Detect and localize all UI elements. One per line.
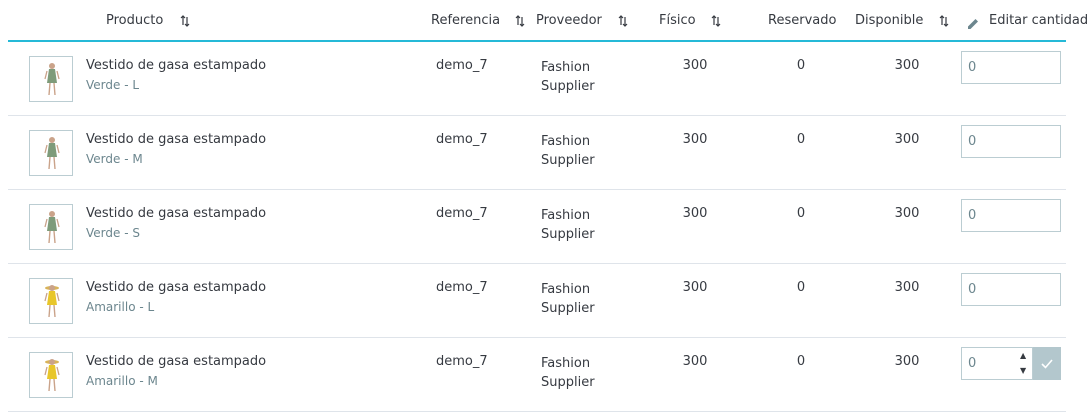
quantity-input[interactable] — [961, 51, 1061, 84]
quantity-input[interactable] — [961, 125, 1061, 158]
product-supplier: Fashion Supplier — [541, 354, 621, 392]
table-row: Vestido de gasa estampado Amarillo - M d… — [8, 338, 1066, 412]
sort-available-icon[interactable] — [939, 15, 949, 27]
table-header: Producto Referencia Proveedor Físico Res… — [0, 0, 1088, 42]
product-name[interactable]: Vestido de gasa estampado — [86, 354, 266, 369]
product-thumbnail[interactable] — [29, 278, 73, 324]
supplier-line-2: Supplier — [541, 79, 595, 94]
sort-supplier-icon[interactable] — [618, 15, 628, 27]
pencil-icon — [966, 16, 980, 35]
reserved-quantity: 0 — [796, 58, 806, 73]
available-quantity: 300 — [894, 206, 920, 221]
available-quantity: 300 — [894, 354, 920, 369]
product-reference: demo_7 — [436, 206, 488, 221]
supplier-line-1: Fashion — [541, 282, 591, 297]
product-combination: Verde - M — [86, 152, 143, 166]
table-row: Vestido de gasa estampado Amarillo - L d… — [8, 264, 1066, 338]
reserved-quantity: 0 — [796, 280, 806, 295]
supplier-line-2: Supplier — [541, 227, 595, 242]
product-combination: Verde - L — [86, 78, 140, 92]
table-row: Vestido de gasa estampado Verde - M demo… — [8, 116, 1066, 190]
product-name[interactable]: Vestido de gasa estampado — [86, 206, 266, 221]
sort-product-icon[interactable] — [180, 15, 190, 27]
product-combination: Verde - S — [86, 226, 140, 240]
sort-physical-icon[interactable] — [711, 15, 721, 27]
quantity-editor: ▲▼ — [961, 347, 1061, 380]
product-combination: Amarillo - M — [86, 374, 158, 388]
stepper-up-icon[interactable]: ▲ — [1020, 352, 1026, 360]
product-name[interactable]: Vestido de gasa estampado — [86, 58, 266, 73]
product-name[interactable]: Vestido de gasa estampado — [86, 132, 266, 147]
product-reference: demo_7 — [436, 280, 488, 295]
product-thumbnail[interactable] — [29, 352, 73, 398]
product-reference: demo_7 — [436, 58, 488, 73]
column-header-supplier[interactable]: Proveedor — [536, 13, 602, 28]
product-supplier: Fashion Supplier — [541, 280, 621, 318]
product-reference: demo_7 — [436, 132, 488, 147]
column-header-available[interactable]: Disponible — [855, 13, 923, 28]
sort-reference-icon[interactable] — [515, 15, 525, 27]
product-combination: Amarillo - L — [86, 300, 155, 314]
physical-quantity: 300 — [682, 206, 708, 221]
product-supplier: Fashion Supplier — [541, 132, 621, 170]
column-header-edit-quantity: Editar cantidad — [989, 13, 1088, 28]
physical-quantity: 300 — [682, 354, 708, 369]
available-quantity: 300 — [894, 132, 920, 147]
reserved-quantity: 0 — [796, 354, 806, 369]
physical-quantity: 300 — [682, 132, 708, 147]
physical-quantity: 300 — [682, 58, 708, 73]
column-header-product[interactable]: Producto — [106, 13, 163, 28]
supplier-line-1: Fashion — [541, 134, 591, 149]
supplier-line-1: Fashion — [541, 60, 591, 75]
product-name[interactable]: Vestido de gasa estampado — [86, 280, 266, 295]
reserved-quantity: 0 — [796, 132, 806, 147]
product-thumbnail[interactable] — [29, 56, 73, 102]
available-quantity: 300 — [894, 280, 920, 295]
supplier-line-2: Supplier — [541, 153, 595, 168]
available-quantity: 300 — [894, 58, 920, 73]
column-header-physical[interactable]: Físico — [659, 13, 696, 28]
product-supplier: Fashion Supplier — [541, 58, 621, 96]
supplier-line-2: Supplier — [541, 301, 595, 316]
stock-table-body: Vestido de gasa estampado Verde - L demo… — [8, 42, 1066, 412]
quantity-input[interactable] — [961, 199, 1061, 232]
table-row: Vestido de gasa estampado Verde - S demo… — [8, 190, 1066, 264]
check-icon — [1041, 359, 1053, 369]
physical-quantity: 300 — [682, 280, 708, 295]
confirm-quantity-button[interactable] — [1033, 347, 1061, 380]
quantity-input[interactable] — [961, 273, 1061, 306]
supplier-line-1: Fashion — [541, 356, 591, 371]
product-reference: demo_7 — [436, 354, 488, 369]
supplier-line-1: Fashion — [541, 208, 591, 223]
table-row: Vestido de gasa estampado Verde - L demo… — [8, 42, 1066, 116]
product-thumbnail[interactable] — [29, 130, 73, 176]
product-supplier: Fashion Supplier — [541, 206, 621, 244]
supplier-line-2: Supplier — [541, 375, 595, 390]
product-thumbnail[interactable] — [29, 204, 73, 250]
stepper-down-icon[interactable]: ▼ — [1020, 367, 1026, 375]
reserved-quantity: 0 — [796, 206, 806, 221]
quantity-stepper[interactable]: ▲ ▼ — [1019, 349, 1031, 378]
column-header-reference[interactable]: Referencia — [431, 13, 500, 28]
column-header-reserved: Reservado — [768, 13, 837, 28]
